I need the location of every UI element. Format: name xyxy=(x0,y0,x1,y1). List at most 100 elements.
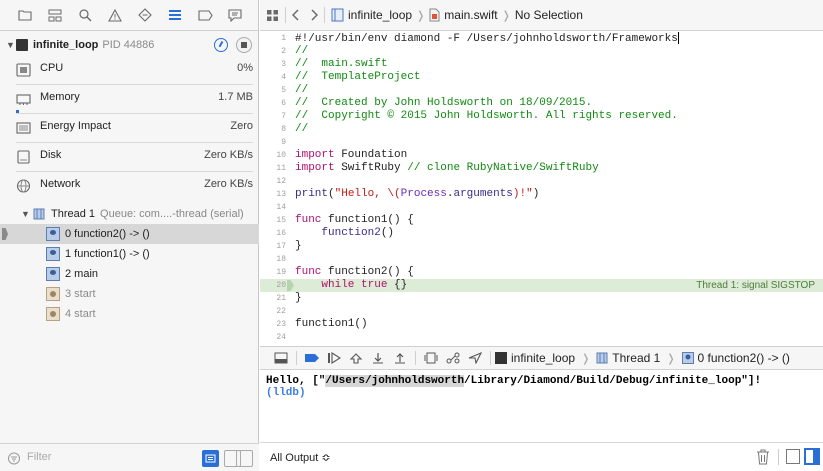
stack-frame-row[interactable]: 4 start xyxy=(0,304,259,324)
debug-list-icon[interactable] xyxy=(160,4,190,26)
code-area[interactable]: 1 #!/usr/bin/env diamond -F /Users/johnho… xyxy=(260,32,823,346)
gauge-memory[interactable]: Memory 1.7 MB xyxy=(0,85,259,114)
code-line[interactable]: 6 // Created by John Holdsworth on 18/09/… xyxy=(260,97,823,110)
gauge-network[interactable]: Network Zero KB/s xyxy=(0,172,259,201)
code-line[interactable]: 18 xyxy=(260,253,823,266)
related-items-icon[interactable] xyxy=(266,9,279,22)
crashed-threads-filter-button[interactable] xyxy=(202,450,219,467)
code-line[interactable]: 19 func function2() { xyxy=(260,266,823,279)
stack-frame-row[interactable]: 3 start xyxy=(0,284,259,304)
code-line[interactable]: 13 print("Hello, \(Process.arguments)!") xyxy=(260,188,823,201)
code-line[interactable]: 14 xyxy=(260,201,823,214)
debug-breadcrumb-project[interactable]: infinite_loop xyxy=(511,351,575,365)
trash-icon[interactable] xyxy=(756,449,770,465)
user-frame-icon xyxy=(681,352,694,364)
thread-signal-annotation[interactable]: Thread 1: signal SIGSTOP xyxy=(696,279,815,292)
thread-row[interactable]: ▼ Thread 1 Queue: com....-thread (serial… xyxy=(0,204,259,224)
console-output[interactable]: Hello, ["/Users/johnholdsworth/Library/D… xyxy=(260,371,823,442)
output-scope-popup[interactable]: All Output ≎ xyxy=(270,451,331,464)
code-line[interactable]: 3 // main.swift xyxy=(260,58,823,71)
code-line-current[interactable]: 20 while true {} Thread 1: signal SIGSTOP xyxy=(260,279,823,292)
stack-frame-row[interactable]: 0 function2() -> () xyxy=(0,224,259,244)
report-icon[interactable] xyxy=(220,4,250,26)
comment: // clone RubyNative/SwiftRuby xyxy=(407,162,599,174)
hide-debug-area-icon[interactable] xyxy=(270,349,292,367)
code-line[interactable]: 21} xyxy=(260,292,823,305)
disclosure-triangle-icon[interactable]: ▼ xyxy=(6,40,16,50)
code-line[interactable]: 8 // xyxy=(260,123,823,136)
stack-frame-row[interactable]: 1 function1() -> () xyxy=(0,244,259,264)
breadcrumb-file[interactable]: main.swift xyxy=(444,8,497,22)
line-content: #!/usr/bin/env diamond -F /Users/johnhol… xyxy=(295,32,679,46)
folder-icon[interactable] xyxy=(10,4,40,26)
gauge-toggle-icon[interactable] xyxy=(214,38,228,52)
code-line[interactable]: 9 xyxy=(260,136,823,149)
simulate-location-icon[interactable] xyxy=(464,349,486,367)
line-number: 13 xyxy=(276,190,286,199)
code-line[interactable]: 5 // xyxy=(260,84,823,97)
breadcrumb-project[interactable]: infinite_loop xyxy=(348,8,412,22)
code-line[interactable]: 23 function1() xyxy=(260,318,823,331)
code-line[interactable]: 15 func function1() { xyxy=(260,214,823,227)
breakpoint-icon[interactable] xyxy=(190,4,220,26)
breadcrumb-symbol[interactable]: No Selection xyxy=(515,8,583,22)
hierarchy-icon[interactable] xyxy=(40,4,70,26)
line-number: 11 xyxy=(276,164,286,173)
code-line[interactable]: 16 function2() xyxy=(260,227,823,240)
line-content: func function2() { xyxy=(295,266,414,279)
code-text: } xyxy=(295,292,302,304)
view-hierarchy-icon[interactable] xyxy=(420,349,442,367)
gauge-label: Network xyxy=(40,178,81,190)
code-line[interactable]: 17} xyxy=(260,240,823,253)
debug-navigator: ▼ infinite_loop PID 44886 CPU 0% Memory … xyxy=(0,0,259,471)
gauge-label: CPU xyxy=(40,62,64,74)
code-line[interactable]: 22 xyxy=(260,305,823,318)
code-line[interactable]: 1 #!/usr/bin/env diamond -F /Users/johnho… xyxy=(260,32,823,45)
line-content: function2() xyxy=(295,227,394,240)
warning-icon[interactable] xyxy=(100,4,130,26)
jump-bar: infinite_loop ❭ main.swift ❭ No Selectio… xyxy=(260,0,823,31)
process-pid: PID 44886 xyxy=(102,39,155,51)
code-line[interactable]: 11 import SwiftRuby // clone RubyNative/S… xyxy=(260,162,823,175)
debug-breadcrumb-thread[interactable]: Thread 1 xyxy=(612,351,660,365)
breakpoints-toggle-icon[interactable] xyxy=(301,349,323,367)
show-variables-view-icon[interactable] xyxy=(786,449,800,464)
code-line[interactable]: 4 // TemplateProject xyxy=(260,71,823,84)
console-text: /Library/Diamond/Build/Debug/infinite_lo… xyxy=(464,375,762,387)
disclosure-triangle-icon[interactable]: ▼ xyxy=(21,209,33,219)
gauge-energy[interactable]: Energy Impact Zero xyxy=(0,114,259,143)
symbols-filter-button[interactable] xyxy=(236,450,253,467)
step-out-icon[interactable] xyxy=(389,349,411,367)
gauge-label: Memory xyxy=(40,91,80,103)
filter-input[interactable]: Filter xyxy=(27,451,51,463)
continue-icon[interactable] xyxy=(323,349,345,367)
code-line[interactable]: 12 xyxy=(260,175,823,188)
code-text: Foundation xyxy=(334,149,408,161)
line-content: import Foundation xyxy=(295,149,407,162)
step-into-icon[interactable] xyxy=(367,349,389,367)
gauge-cpu[interactable]: CPU 0% xyxy=(0,56,259,85)
shebang: #!/usr/bin/env diamond -F /Users/johnhol… xyxy=(295,32,678,45)
test-diamond-icon[interactable] xyxy=(130,4,160,26)
debug-breadcrumb-frame[interactable]: 0 function2() -> () xyxy=(698,351,790,365)
gauge-disk[interactable]: Disk Zero KB/s xyxy=(0,143,259,172)
forward-chevron-icon[interactable] xyxy=(310,9,318,21)
stack-frame-row[interactable]: 2 main xyxy=(0,264,259,284)
code-line[interactable]: 7 // Copyright © 2015 John Holdsworth. Al… xyxy=(260,110,823,123)
user-frame-icon xyxy=(46,247,60,261)
code-line[interactable]: 10 import Foundation xyxy=(260,149,823,162)
show-console-view-icon[interactable] xyxy=(804,448,820,465)
search-icon[interactable] xyxy=(70,4,100,26)
line-content: while true {} xyxy=(295,279,407,292)
process-row[interactable]: ▼ infinite_loop PID 44886 xyxy=(0,35,259,55)
step-over-icon[interactable] xyxy=(345,349,367,367)
back-chevron-icon[interactable] xyxy=(292,9,300,21)
code-line[interactable]: 2 // xyxy=(260,45,823,58)
frame-label: 0 function2() -> () xyxy=(65,228,150,240)
disk-icon xyxy=(17,150,30,164)
memory-graph-icon[interactable] xyxy=(442,349,464,367)
lldb-prompt[interactable]: (lldb) xyxy=(266,387,817,399)
instruction-pointer-icon[interactable] xyxy=(287,280,294,291)
stop-process-button[interactable] xyxy=(236,37,252,53)
code-line[interactable]: 24 xyxy=(260,331,823,344)
